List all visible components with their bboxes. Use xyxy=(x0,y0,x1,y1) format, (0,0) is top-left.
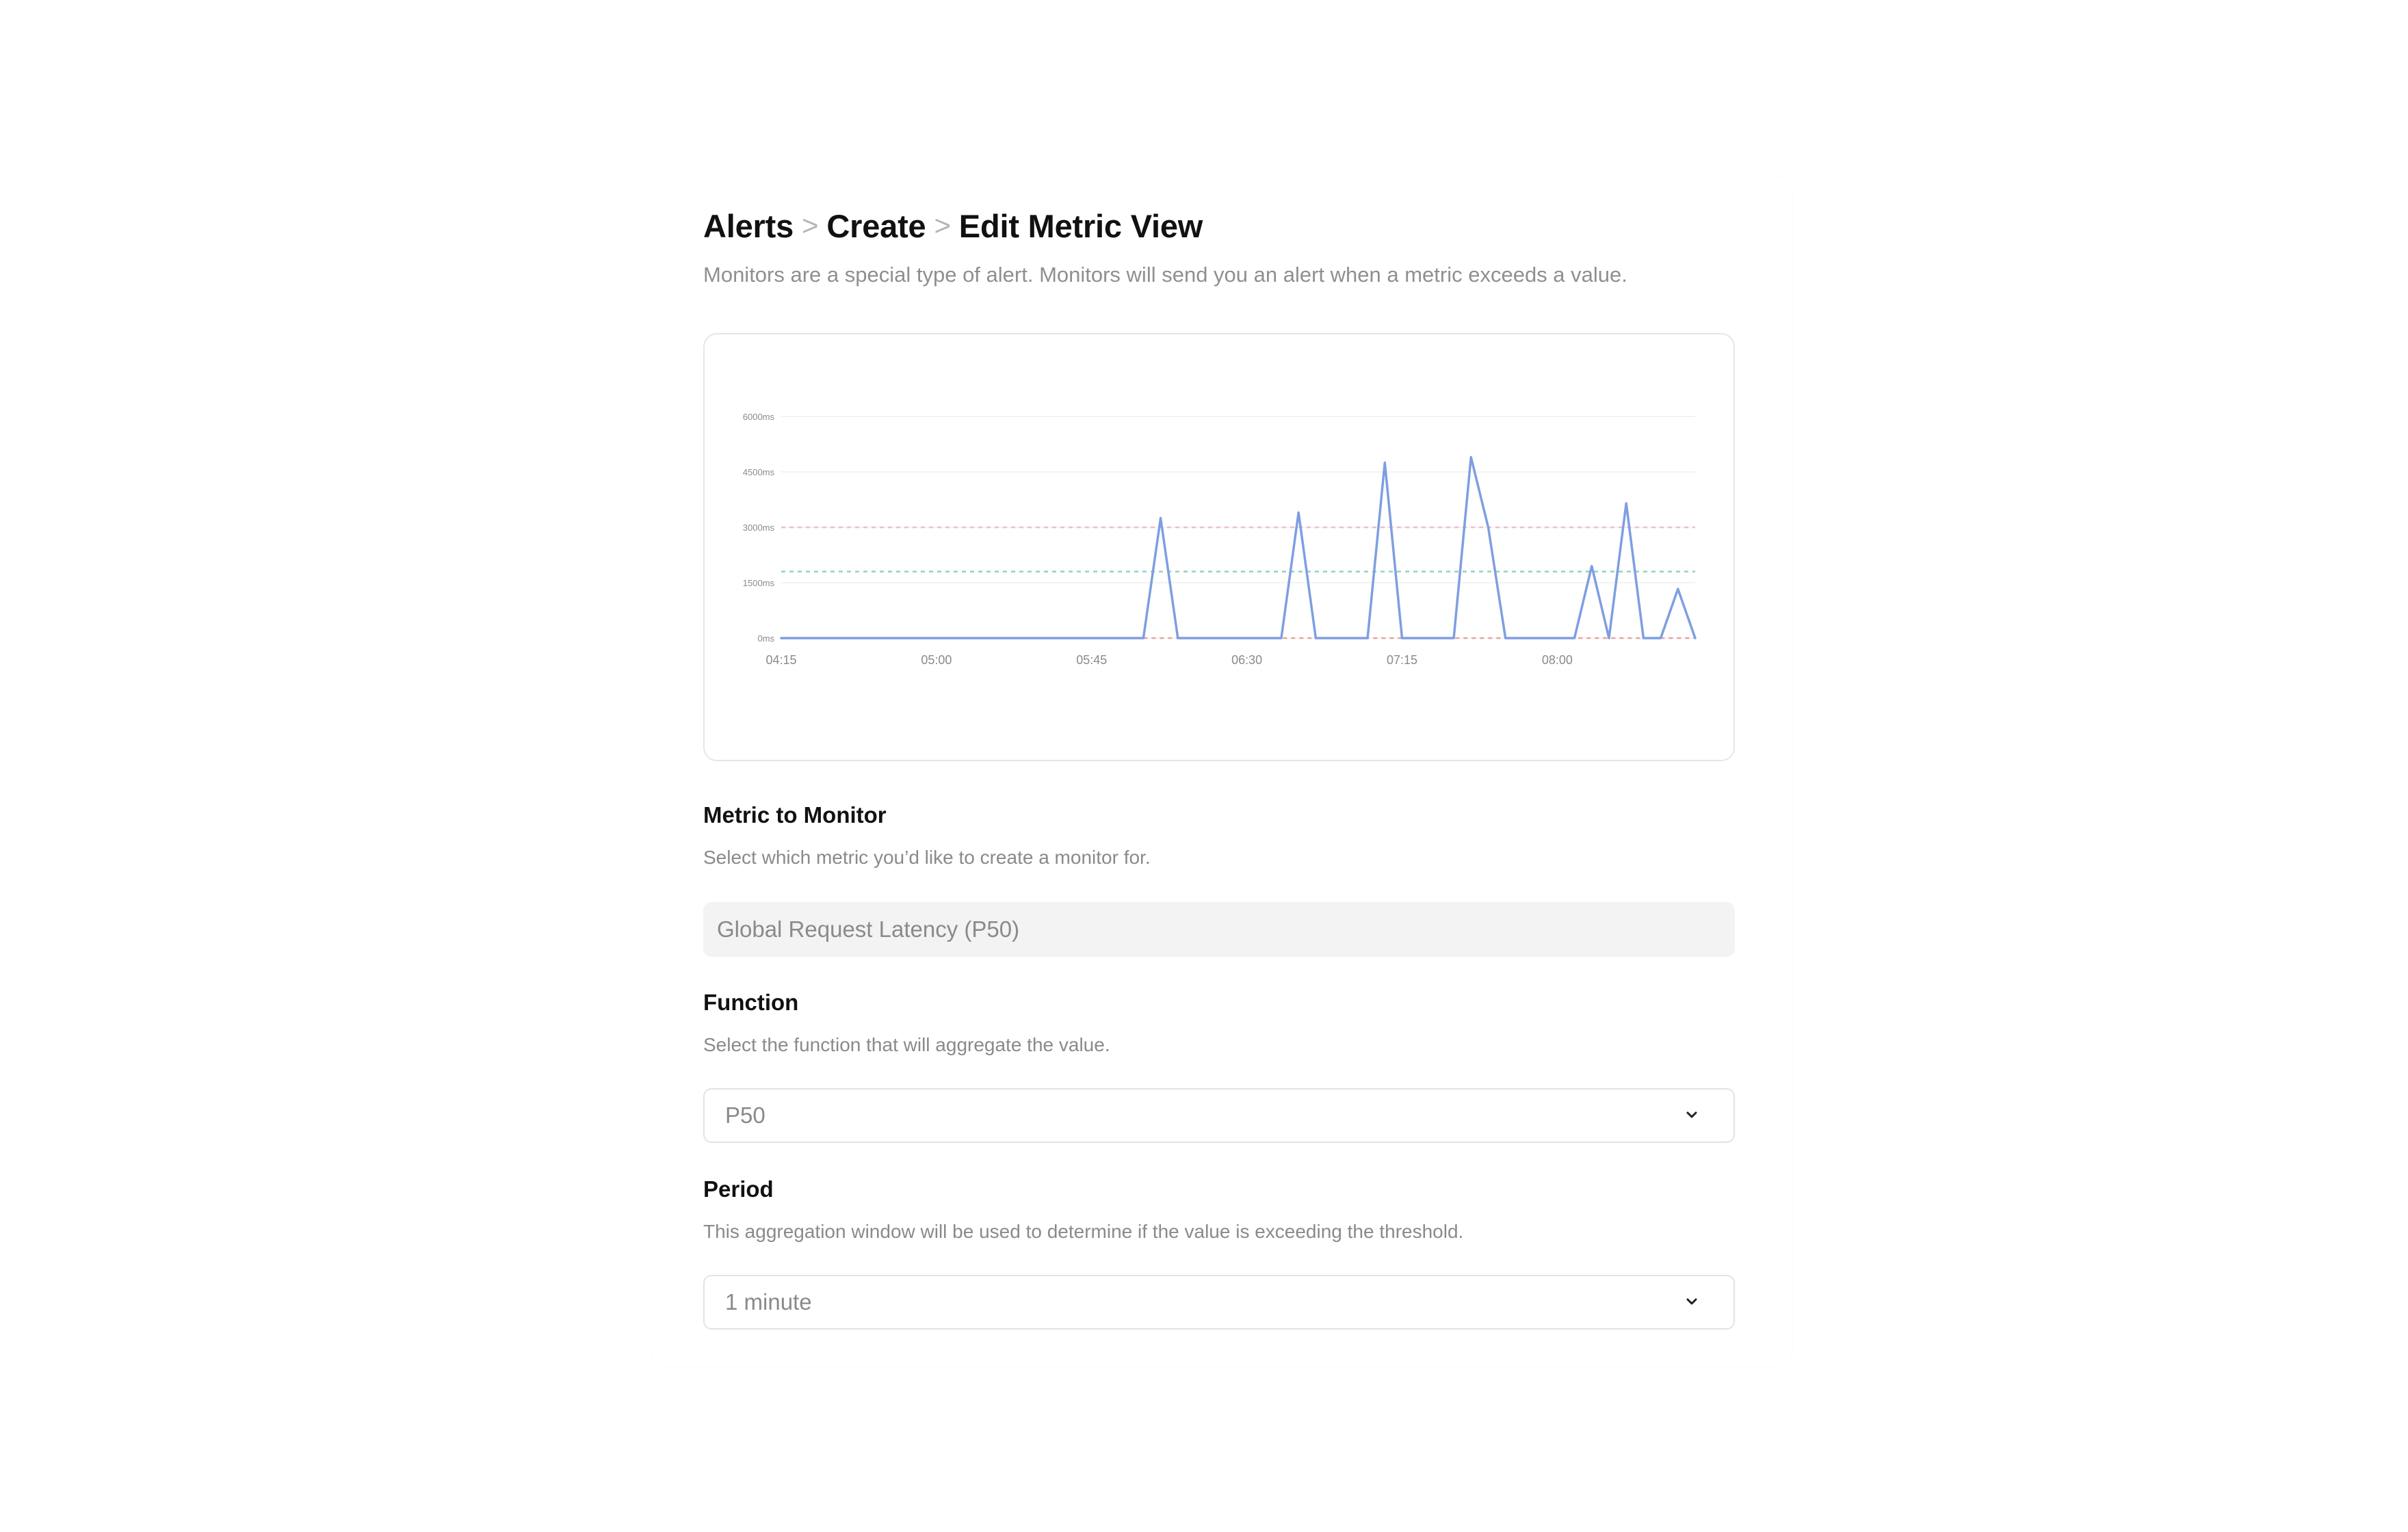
page-description: Monitors are a special type of alert. Mo… xyxy=(703,263,1627,287)
chevron-down-icon xyxy=(1686,1298,1697,1305)
breadcrumb: Alerts > Create > Edit Metric View xyxy=(703,204,1203,248)
latency-line-chart: 0ms 1500ms 3000ms 4500ms 6000ms 04:15 05:00 05… xyxy=(743,412,1697,667)
metric-section-help: Select which metric you’d like to create… xyxy=(703,847,1151,868)
x-tick-label: 06:30 xyxy=(1231,653,1262,667)
latency-series-line xyxy=(780,455,1697,639)
period-section-label: Period xyxy=(703,1176,774,1202)
x-tick-label: 07:15 xyxy=(1387,653,1417,667)
breadcrumb-edit-metric-view: Edit Metric View xyxy=(958,207,1203,244)
metric-section-label: Metric to Monitor xyxy=(703,802,887,828)
y-tick-label: 0ms xyxy=(757,633,774,644)
function-select-value: P50 xyxy=(725,1102,765,1128)
breadcrumb-separator: > xyxy=(934,209,951,241)
period-section-help: This aggregation window will be used to … xyxy=(703,1221,1464,1242)
metric-chart-card: 0ms 1500ms 3000ms 4500ms 6000ms 04:15 05:00 05… xyxy=(703,333,1735,761)
breadcrumb-create[interactable]: Create xyxy=(826,207,926,245)
period-select[interactable]: 1 minute xyxy=(703,1275,1735,1330)
y-tick-label: 6000ms xyxy=(743,412,775,422)
x-tick-label: 05:00 xyxy=(921,653,952,667)
function-select[interactable]: P50 xyxy=(703,1088,1735,1143)
metric-readonly-field: Global Request Latency (P50) xyxy=(703,902,1735,957)
y-tick-label: 4500ms xyxy=(743,467,775,477)
function-section-help: Select the function that will aggregate … xyxy=(703,1034,1110,1055)
x-tick-label: 05:45 xyxy=(1076,653,1107,667)
x-tick-label: 04:15 xyxy=(765,653,796,667)
period-select-value: 1 minute xyxy=(725,1289,812,1315)
chevron-down-icon xyxy=(1686,1111,1697,1118)
breadcrumb-separator: > xyxy=(802,209,819,241)
breadcrumb-alerts[interactable]: Alerts xyxy=(703,207,794,245)
x-tick-label: 08:00 xyxy=(1542,653,1573,667)
function-section-label: Function xyxy=(703,990,799,1015)
y-tick-label: 3000ms xyxy=(743,523,775,533)
y-tick-label: 1500ms xyxy=(743,578,775,588)
